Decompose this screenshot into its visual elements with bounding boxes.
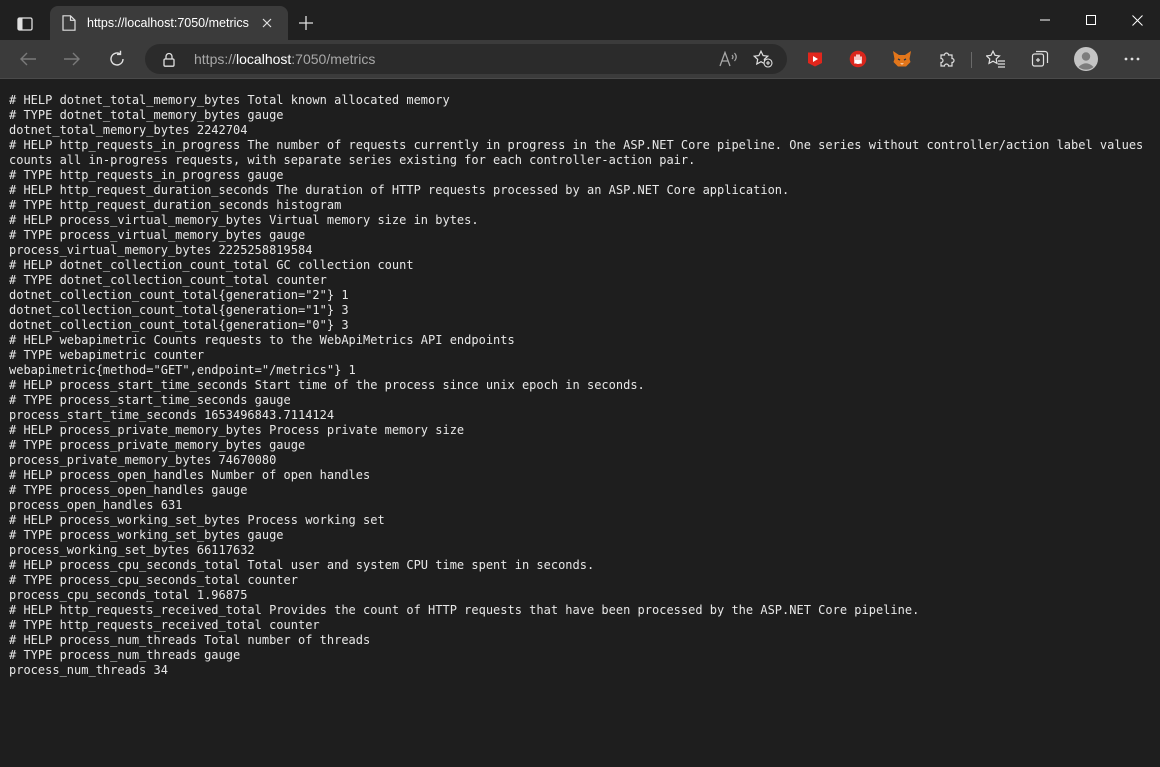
- refresh-icon: [110, 50, 124, 66]
- tab-strip: https://localhost:7050/metrics: [0, 0, 1160, 40]
- metrics-line: # TYPE dotnet_total_memory_bytes gauge: [9, 108, 284, 122]
- arrow-right-icon: [64, 52, 80, 66]
- metrics-line: # TYPE http_requests_received_total coun…: [9, 618, 320, 632]
- metrics-line: # HELP process_open_handles Number of op…: [9, 468, 371, 482]
- maximize-icon: [1086, 15, 1096, 25]
- metrics-line: dotnet_collection_count_total{generation…: [9, 288, 349, 302]
- url-path: :7050/metrics: [291, 51, 376, 67]
- metrics-line: # TYPE process_working_set_bytes gauge: [9, 528, 284, 542]
- metrics-line: # TYPE dotnet_collection_count_total cou…: [9, 273, 327, 287]
- refresh-button[interactable]: [101, 43, 133, 75]
- back-button[interactable]: [12, 43, 44, 75]
- extension-red-icon[interactable]: [799, 43, 831, 75]
- metrics-line: process_num_threads 34: [9, 663, 168, 677]
- maximize-button[interactable]: [1068, 0, 1114, 40]
- metrics-line: # HELP process_num_threads Total number …: [9, 633, 371, 647]
- read-aloud-icon[interactable]: [718, 49, 740, 69]
- tab-title: https://localhost:7050/metrics: [87, 16, 249, 30]
- tab-metrics[interactable]: https://localhost:7050/metrics: [50, 6, 288, 40]
- metrics-line: process_virtual_memory_bytes 22252588195…: [9, 243, 313, 257]
- metrics-line: webapimetric{method="GET",endpoint="/met…: [9, 363, 356, 377]
- metrics-line: # TYPE process_virtual_memory_bytes gaug…: [9, 228, 306, 242]
- metrics-line: # HELP process_private_memory_bytes Proc…: [9, 423, 465, 437]
- metrics-line: # HELP process_start_time_seconds Start …: [9, 378, 645, 392]
- metrics-line: process_start_time_seconds 1653496843.71…: [9, 408, 335, 422]
- url-prefix: https://: [194, 51, 237, 67]
- metrics-line: # HELP dotnet_total_memory_bytes Total k…: [9, 93, 450, 107]
- avatar-icon[interactable]: [1070, 43, 1102, 75]
- metrics-line: # HELP webapimetric Counts requests to t…: [9, 333, 515, 347]
- fox-icon[interactable]: [886, 43, 918, 75]
- page-favicon-icon: [61, 15, 77, 31]
- plus-icon: [299, 16, 313, 30]
- page-content: # HELP dotnet_total_memory_bytes Total k…: [0, 79, 1160, 767]
- collections-icon[interactable]: [1024, 43, 1056, 75]
- star-plus-icon[interactable]: [752, 49, 774, 69]
- metrics-line: # TYPE process_cpu_seconds_total counter: [9, 573, 298, 587]
- metrics-line: dotnet_total_memory_bytes 2242704: [9, 123, 248, 137]
- metrics-line: # HELP dotnet_collection_count_total GC …: [9, 258, 414, 272]
- tab-actions-icon[interactable]: [10, 10, 40, 38]
- metrics-line: # TYPE process_num_threads gauge: [9, 648, 241, 662]
- metrics-line: dotnet_collection_count_total{generation…: [9, 303, 349, 317]
- minimize-icon: [1040, 19, 1050, 21]
- puzzle-icon[interactable]: [931, 43, 963, 75]
- navigation-toolbar: https://localhost:7050/metrics: [0, 40, 1160, 79]
- lock-icon[interactable]: [161, 51, 177, 67]
- metrics-line: # HELP process_virtual_memory_bytes Virt…: [9, 213, 479, 227]
- metrics-line: # HELP process_working_set_bytes Process…: [9, 513, 385, 527]
- forward-button[interactable]: [56, 43, 88, 75]
- toolbar-separator: [971, 52, 972, 68]
- metrics-line: dotnet_collection_count_total{generation…: [9, 318, 349, 332]
- window-close-button[interactable]: [1114, 0, 1160, 40]
- metrics-line: # HELP http_request_duration_seconds The…: [9, 183, 790, 197]
- url-text: https://localhost:7050/metrics: [194, 51, 375, 67]
- metrics-line: # TYPE process_open_handles gauge: [9, 483, 248, 497]
- close-icon[interactable]: [254, 11, 280, 35]
- minimize-button[interactable]: [1022, 0, 1068, 40]
- new-tab-button[interactable]: [294, 10, 318, 36]
- more-icon[interactable]: [1116, 43, 1148, 75]
- metrics-line: # HELP http_requests_in_progress The num…: [9, 138, 1144, 167]
- metrics-line: process_private_memory_bytes 74670080: [9, 453, 277, 467]
- metrics-line: # TYPE webapimetric counter: [9, 348, 205, 362]
- metrics-line: # TYPE process_start_time_seconds gauge: [9, 393, 291, 407]
- metrics-text: # HELP dotnet_total_memory_bytes Total k…: [0, 79, 1149, 678]
- metrics-line: # HELP process_cpu_seconds_total Total u…: [9, 558, 595, 572]
- arrow-left-icon: [20, 52, 36, 66]
- metrics-line: process_working_set_bytes 66117632: [9, 543, 255, 557]
- stop-hand-icon[interactable]: [842, 43, 874, 75]
- metrics-line: # HELP http_requests_received_total Prov…: [9, 603, 920, 617]
- metrics-line: process_open_handles 631: [9, 498, 183, 512]
- close-icon: [1131, 14, 1143, 26]
- metrics-line: # TYPE http_requests_in_progress gauge: [9, 168, 284, 182]
- metrics-line: process_cpu_seconds_total 1.96875: [9, 588, 248, 602]
- url-host: localhost: [236, 51, 292, 67]
- favorites-icon[interactable]: [980, 43, 1012, 75]
- address-bar[interactable]: https://localhost:7050/metrics: [145, 44, 787, 74]
- metrics-line: # TYPE http_request_duration_seconds his…: [9, 198, 342, 212]
- metrics-line: # TYPE process_private_memory_bytes gaug…: [9, 438, 306, 452]
- browser-window: https://localhost:7050/metrics https://l…: [0, 0, 1160, 767]
